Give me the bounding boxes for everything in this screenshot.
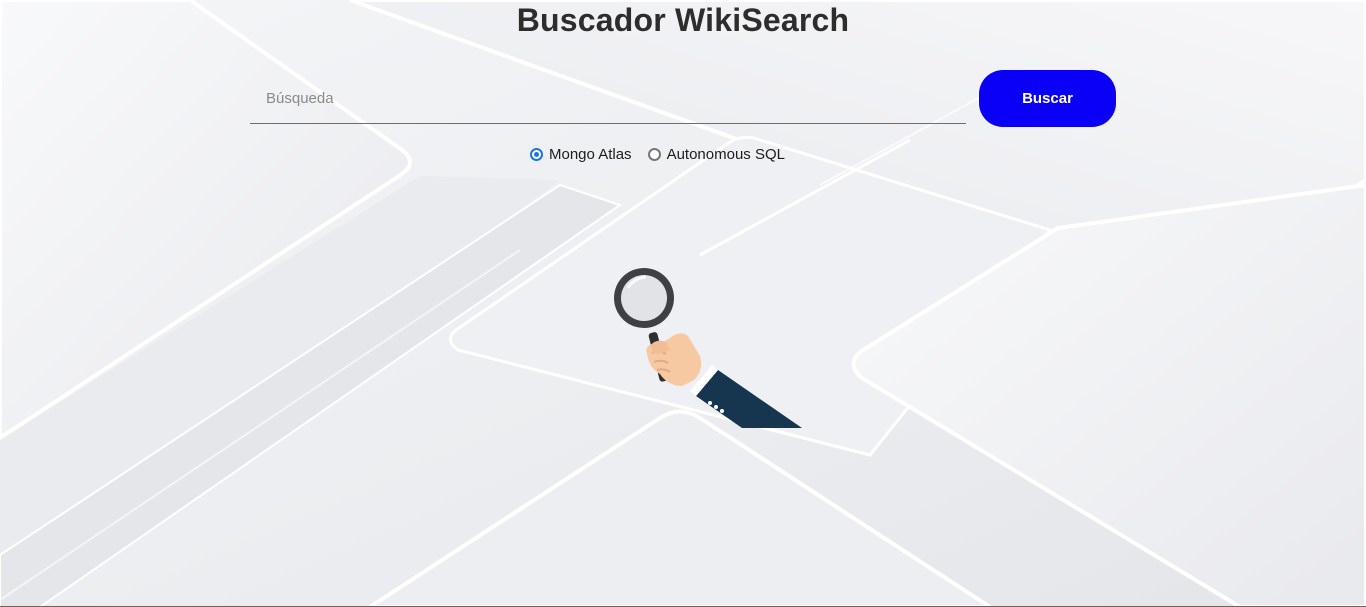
radio-label-mongo-atlas: Mongo Atlas [549, 145, 632, 163]
search-button[interactable]: Buscar [979, 70, 1116, 127]
search-input[interactable] [250, 74, 966, 124]
radio-label-autonomous-sql: Autonomous SQL [666, 145, 785, 163]
radio-option-mongo-atlas[interactable]: Mongo Atlas [530, 146, 632, 163]
search-page: Buscador WikiSearch Buscar Mongo Atlas A… [0, 0, 1366, 607]
radio-button-autonomous-sql[interactable] [647, 147, 661, 161]
hand-holding-magnifier-icon [614, 268, 802, 428]
page-title: Buscador WikiSearch [516, 2, 850, 38]
radio-option-autonomous-sql[interactable]: Autonomous SQL [647, 145, 785, 163]
radio-button-mongo-atlas[interactable] [530, 147, 543, 161]
database-radio-group: Mongo Atlas Autonomous SQL [530, 145, 785, 163]
